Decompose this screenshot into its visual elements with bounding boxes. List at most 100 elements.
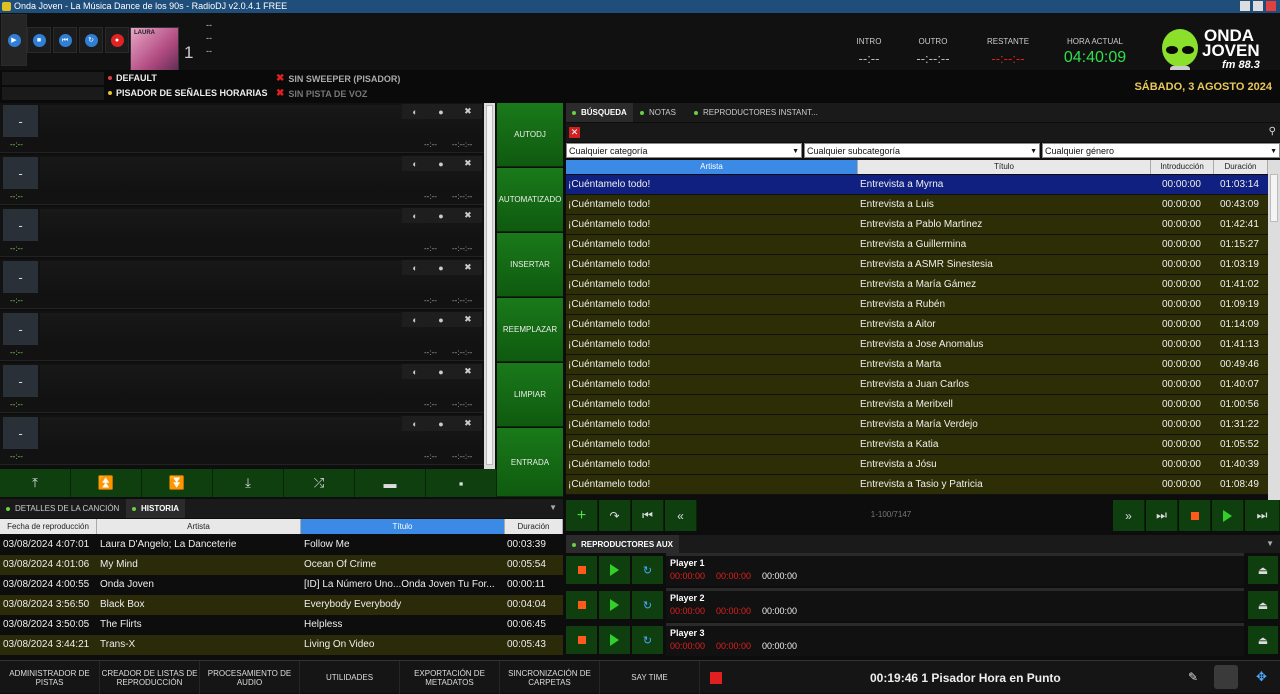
input-button[interactable]: ENTRADA <box>497 428 563 497</box>
aux-loop-button[interactable]: ↻ <box>632 556 663 584</box>
table-row[interactable]: ¡Cuéntamelo todo! Entrevista a Myrna 00:00… <box>566 175 1268 195</box>
close-icon[interactable] <box>1266 1 1276 11</box>
col-title[interactable]: Título <box>858 160 1151 174</box>
col-play-date[interactable]: Fecha de reproducción <box>0 519 97 534</box>
aux-eject-button[interactable]: ⏏ <box>1248 591 1278 619</box>
aux-eject-button[interactable]: ⏏ <box>1248 556 1278 584</box>
scrollbar-thumb[interactable] <box>1270 174 1278 222</box>
table-row[interactable]: ¡Cuéntamelo todo! Entrevista a ASMR Sines… <box>566 255 1268 275</box>
info-icon[interactable]: ● <box>438 107 443 117</box>
playlist-deck[interactable]: - ◐ ● ✖ --:-- --:-- --:--:-- <box>0 207 484 257</box>
table-row[interactable]: ¡Cuéntamelo todo! Entrevista a Jose Anoma… <box>566 335 1268 355</box>
replace-button[interactable]: REEMPLAZAR <box>497 298 563 362</box>
remove-icon[interactable]: ✖ <box>464 418 472 429</box>
table-row[interactable]: ¡Cuéntamelo todo! Entrevista a Luis 00:00:… <box>566 195 1268 215</box>
table-row[interactable]: 03/08/2024 4:00:55 Onda Joven [ID] La Núme… <box>0 575 563 595</box>
preview-stop-button[interactable] <box>1179 500 1211 531</box>
info-icon[interactable]: ● <box>438 315 443 325</box>
aux-loop-button[interactable]: ↻ <box>632 591 663 619</box>
col-duration[interactable]: Duración <box>1214 160 1268 174</box>
sweeper-status[interactable]: ✖ SIN SWEEPER (PISADOR) <box>276 73 400 84</box>
metadata-export-button[interactable]: EXPORTACIÓN DE METADATOS <box>400 661 500 694</box>
table-row[interactable]: ¡Cuéntamelo todo! Entrevista a Jósu 00:00:… <box>566 455 1268 475</box>
automated-button[interactable]: AUTOMATIZADO <box>497 168 563 232</box>
table-row[interactable]: 03/08/2024 3:56:50 Black Box Everybody Eve… <box>0 595 563 615</box>
edit-pencil-icon[interactable]: ✎ <box>1188 670 1198 684</box>
shuffle-button[interactable]: ⤮ <box>284 469 355 497</box>
table-row[interactable]: 03/08/2024 3:50:05 The Flirts Helpless 00:0… <box>0 615 563 635</box>
genre-select[interactable]: Cualquier género ▼ <box>1042 143 1280 158</box>
tab-instant-players[interactable]: REPRODUCTORES INSTANT... <box>688 103 824 122</box>
search-input[interactable] <box>584 125 1264 140</box>
aux-stop-button[interactable] <box>566 591 597 619</box>
loop-button[interactable]: ↻ <box>79 27 103 53</box>
subcategory-select[interactable]: Cualquier subcategoría ▼ <box>804 143 1040 158</box>
cue-icon[interactable]: ◐ <box>412 419 417 429</box>
playlist-scrollbar[interactable] <box>484 103 495 469</box>
autodj-button[interactable]: AUTODJ <box>497 103 563 167</box>
remove-icon[interactable]: ✖ <box>464 210 472 221</box>
info-icon[interactable]: ● <box>438 159 443 169</box>
say-time-stop-icon[interactable] <box>710 672 722 684</box>
user-avatar-icon[interactable] <box>1214 665 1238 689</box>
cue-icon[interactable]: ◐ <box>412 367 417 377</box>
previous-page-button[interactable]: « <box>665 500 697 531</box>
playlist-deck[interactable]: - ◐ ● ✖ --:-- --:-- --:--:-- <box>0 155 484 205</box>
info-icon[interactable]: ● <box>438 419 443 429</box>
redo-button[interactable]: ↷ <box>599 500 631 531</box>
chevron-down-icon[interactable]: ▼ <box>549 503 557 512</box>
save-button[interactable]: ▪ <box>426 469 497 497</box>
record-button[interactable]: ● <box>105 27 129 53</box>
remove-icon[interactable]: ✖ <box>464 158 472 169</box>
maximize-icon[interactable] <box>1253 1 1263 11</box>
minimize-icon[interactable] <box>1240 1 1250 11</box>
insert-button[interactable]: INSERTAR <box>497 233 563 297</box>
table-row[interactable]: ¡Cuéntamelo todo! Entrevista a Juan Carlo… <box>566 375 1268 395</box>
remove-icon[interactable]: ✖ <box>464 366 472 377</box>
playlist-deck[interactable]: - ◐ ● ✖ --:-- --:-- --:--:-- <box>0 311 484 361</box>
last-page-button[interactable]: ⏭ <box>1146 500 1178 531</box>
clear-button[interactable]: LIMPIAR <box>497 363 563 427</box>
table-row[interactable]: ¡Cuéntamelo todo! Entrevista a Pablo Mart… <box>566 215 1268 235</box>
table-row[interactable]: ¡Cuéntamelo todo! Entrevista a María Verd… <box>566 415 1268 435</box>
add-button[interactable]: + <box>566 500 598 531</box>
tab-history[interactable]: HISTORIA <box>126 499 186 518</box>
previous-button[interactable]: ⏮ <box>53 27 77 53</box>
move-down-button[interactable]: ⏬ <box>142 469 213 497</box>
tab-song-details[interactable]: DETALLES DE LA CANCIÓN <box>0 499 125 518</box>
aux-eject-button[interactable]: ⏏ <box>1248 626 1278 654</box>
cue-icon[interactable]: ◐ <box>412 263 417 273</box>
folder-sync-button[interactable]: SINCRONIZACIÓN DE CARPETAS <box>500 661 600 694</box>
aux-loop-button[interactable]: ↻ <box>632 626 663 654</box>
remove-icon[interactable]: ✖ <box>464 106 472 117</box>
play-button[interactable]: ▶ <box>1 14 27 66</box>
clear-search-icon[interactable]: ✕ <box>569 127 580 138</box>
col-artist[interactable]: Artista <box>97 519 301 534</box>
audio-processing-button[interactable]: PROCESAMIENTO DE AUDIO <box>200 661 300 694</box>
table-row[interactable]: ¡Cuéntamelo todo! Entrevista a Meritxell 0… <box>566 395 1268 415</box>
next-page-button[interactable]: » <box>1113 500 1145 531</box>
info-icon[interactable]: ● <box>438 263 443 273</box>
results-scrollbar[interactable] <box>1268 160 1280 500</box>
skip-forward-button[interactable]: ⏭ <box>1245 500 1280 531</box>
open-folder-button[interactable]: ▬ <box>355 469 426 497</box>
preview-play-button[interactable] <box>1212 500 1244 531</box>
move-up-button[interactable]: ⏫ <box>71 469 142 497</box>
cue-icon[interactable]: ◐ <box>412 159 417 169</box>
move-top-button[interactable]: ⤒ <box>0 469 71 497</box>
col-title[interactable]: Título <box>301 519 505 534</box>
tab-notes[interactable]: NOTAS <box>634 103 682 122</box>
tab-aux-players[interactable]: REPRODUCTORES AUX <box>566 535 680 554</box>
playlist-deck[interactable]: - ◐ ● ✖ --:-- --:-- --:--:-- <box>0 363 484 413</box>
col-duration[interactable]: Duración <box>505 519 563 534</box>
table-row[interactable]: 03/08/2024 4:07:01 Laura D'Angelo; La Dan… <box>0 535 563 555</box>
default-status[interactable]: DEFAULT <box>108 73 157 83</box>
table-row[interactable]: ¡Cuéntamelo todo! Entrevista a Aitor 00:00… <box>566 315 1268 335</box>
search-icon[interactable]: ⚲ <box>1269 126 1276 137</box>
playlist-deck[interactable]: - ◐ ● ✖ --:-- --:-- --:--:-- <box>0 103 484 153</box>
time-signals-status[interactable]: PISADOR DE SEÑALES HORARIAS <box>108 88 268 98</box>
info-icon[interactable]: ● <box>438 211 443 221</box>
say-time-button[interactable]: SAY TIME <box>600 661 700 694</box>
scrollbar-thumb[interactable] <box>486 105 493 465</box>
track-manager-button[interactable]: ADMINISTRADOR DE PISTAS <box>0 661 100 694</box>
